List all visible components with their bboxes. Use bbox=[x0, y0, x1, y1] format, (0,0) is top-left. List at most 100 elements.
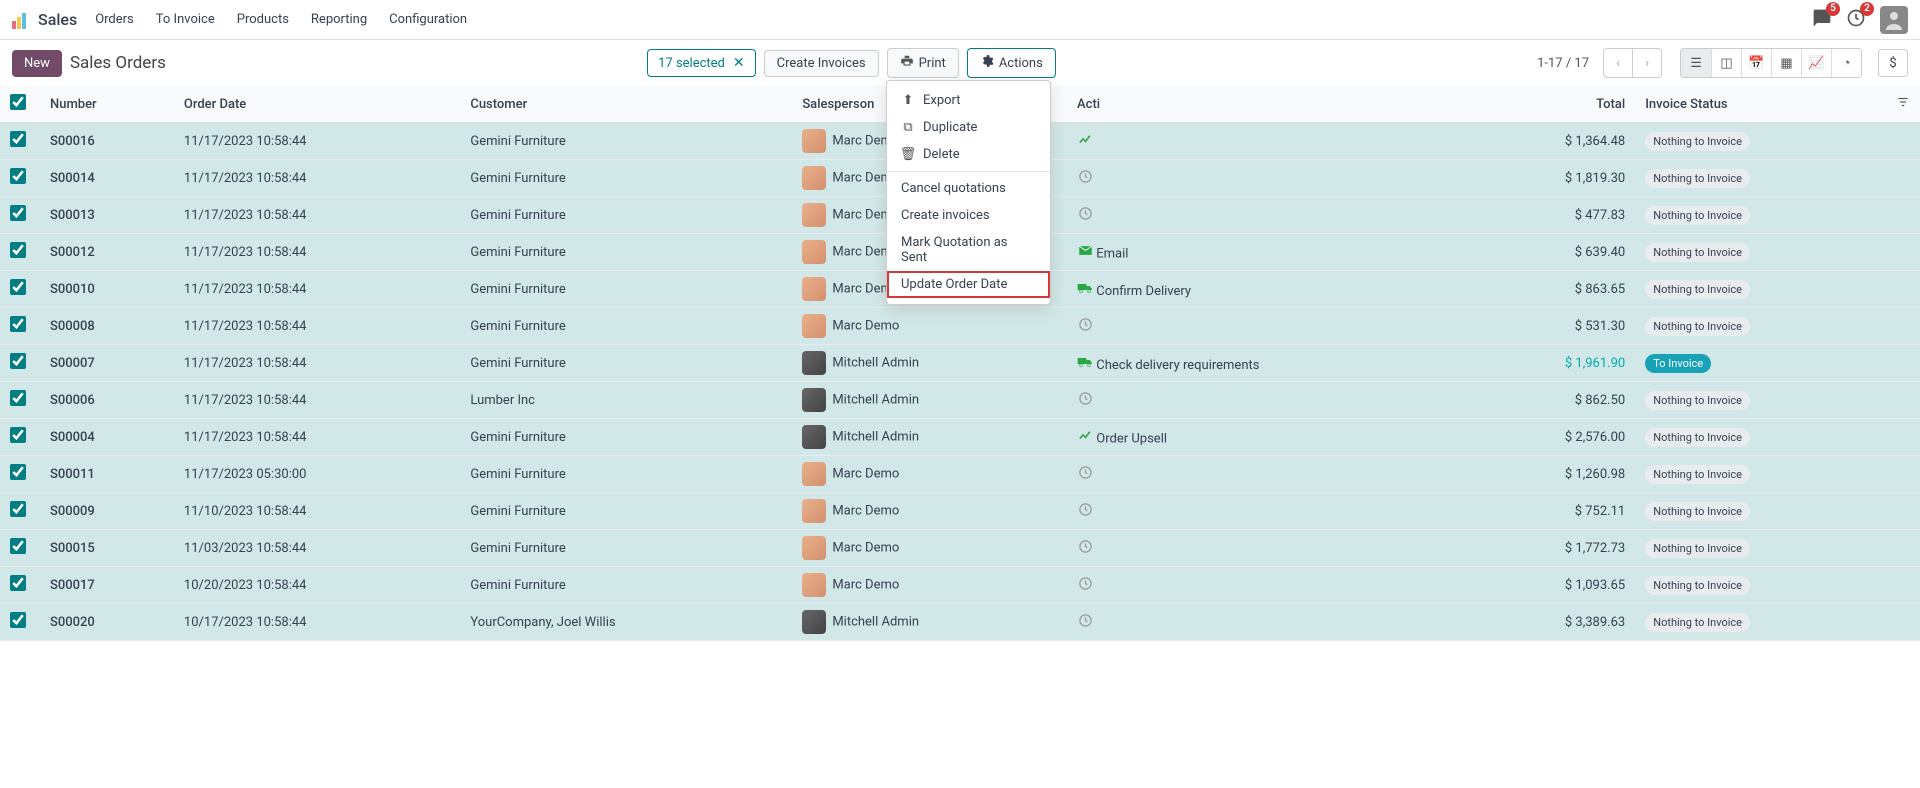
row-checkbox[interactable] bbox=[10, 538, 26, 554]
cell-activity[interactable] bbox=[1067, 493, 1474, 530]
cell-activity[interactable]: Confirm Delivery bbox=[1067, 271, 1474, 308]
cell-total: $ 1,260.98 bbox=[1474, 456, 1635, 493]
col-activities[interactable]: Acti bbox=[1067, 86, 1474, 123]
selection-pill: 17 selected ✕ bbox=[647, 49, 756, 77]
cell-activity[interactable] bbox=[1067, 197, 1474, 234]
col-total[interactable]: Total bbox=[1474, 86, 1635, 123]
clock-icon[interactable]: 2 bbox=[1846, 8, 1866, 32]
activity-view-button[interactable]: ◔ bbox=[1831, 49, 1861, 77]
row-checkbox[interactable] bbox=[10, 390, 26, 406]
cell-activity[interactable] bbox=[1067, 456, 1474, 493]
nav-products[interactable]: Products bbox=[237, 12, 289, 27]
row-checkbox[interactable] bbox=[10, 353, 26, 369]
cell-total: $ 1,364.48 bbox=[1474, 123, 1635, 160]
activity-icon bbox=[1077, 131, 1093, 147]
list-view-button[interactable]: ☰ bbox=[1681, 49, 1711, 77]
create-invoices-button[interactable]: Create Invoices bbox=[764, 50, 879, 77]
table-row[interactable]: S0002010/17/2023 10:58:44YourCompany, Jo… bbox=[0, 604, 1920, 641]
col-invoice-status[interactable]: Invoice Status bbox=[1635, 86, 1886, 123]
row-checkbox[interactable] bbox=[10, 427, 26, 443]
row-checkbox[interactable] bbox=[10, 242, 26, 258]
cell-activity[interactable]: Email bbox=[1067, 234, 1474, 271]
filter-icon[interactable] bbox=[1896, 98, 1910, 113]
table-row[interactable]: S0000911/10/2023 10:58:44Gemini Furnitur… bbox=[0, 493, 1920, 530]
cell-date: 11/17/2023 10:58:44 bbox=[174, 308, 460, 345]
row-checkbox[interactable] bbox=[10, 612, 26, 628]
action-mark-sent[interactable]: Mark Quotation as Sent bbox=[887, 229, 1050, 271]
graph-view-button[interactable]: 📈 bbox=[1801, 49, 1831, 77]
action-duplicate[interactable]: ⧉ Duplicate bbox=[887, 114, 1050, 141]
nav-orders[interactable]: Orders bbox=[95, 12, 134, 27]
action-export[interactable]: ⬆ Export bbox=[887, 87, 1050, 114]
cell-activity[interactable]: Order Upsell bbox=[1067, 419, 1474, 456]
salesperson-avatar bbox=[802, 203, 826, 227]
cell-customer: Gemini Furniture bbox=[460, 419, 792, 456]
select-all-checkbox[interactable] bbox=[10, 94, 26, 110]
kanban-view-button[interactable]: ◫ bbox=[1711, 49, 1741, 77]
cell-salesperson: Marc Demo bbox=[792, 567, 1067, 604]
cell-total: $ 752.11 bbox=[1474, 493, 1635, 530]
action-create-invoices[interactable]: Create invoices bbox=[887, 202, 1050, 229]
pager-next-button[interactable]: › bbox=[1632, 48, 1662, 78]
table-row[interactable]: S0001111/17/2023 05:30:00Gemini Furnitur… bbox=[0, 456, 1920, 493]
row-checkbox[interactable] bbox=[10, 168, 26, 184]
cell-activity[interactable] bbox=[1067, 123, 1474, 160]
row-checkbox[interactable] bbox=[10, 464, 26, 480]
row-checkbox[interactable] bbox=[10, 205, 26, 221]
cell-activity[interactable] bbox=[1067, 382, 1474, 419]
col-customer[interactable]: Customer bbox=[460, 86, 792, 123]
table-row[interactable]: S0001710/20/2023 10:58:44Gemini Furnitur… bbox=[0, 567, 1920, 604]
activity-icon bbox=[1077, 168, 1093, 184]
cell-activity[interactable] bbox=[1067, 567, 1474, 604]
salesperson-avatar bbox=[802, 129, 826, 153]
table-row[interactable]: S0000411/17/2023 10:58:44Gemini Furnitur… bbox=[0, 419, 1920, 456]
cell-number: S00007 bbox=[40, 345, 174, 382]
cell-activity[interactable] bbox=[1067, 160, 1474, 197]
cell-activity[interactable]: Check delivery requirements bbox=[1067, 345, 1474, 382]
row-checkbox[interactable] bbox=[10, 279, 26, 295]
row-checkbox[interactable] bbox=[10, 131, 26, 147]
salesperson-avatar bbox=[802, 240, 826, 264]
cell-invoice-status: Nothing to Invoice bbox=[1635, 160, 1886, 197]
cell-total: $ 2,576.00 bbox=[1474, 419, 1635, 456]
row-checkbox[interactable] bbox=[10, 316, 26, 332]
chat-icon[interactable]: 5 bbox=[1812, 8, 1832, 32]
row-checkbox[interactable] bbox=[10, 575, 26, 591]
row-checkbox[interactable] bbox=[10, 501, 26, 517]
print-button[interactable]: Print bbox=[887, 48, 959, 78]
action-cancel-quotations[interactable]: Cancel quotations bbox=[887, 175, 1050, 202]
nav-configuration[interactable]: Configuration bbox=[389, 12, 467, 27]
clear-selection-icon[interactable]: ✕ bbox=[733, 55, 745, 71]
activity-icon bbox=[1077, 205, 1093, 221]
nav-reporting[interactable]: Reporting bbox=[311, 12, 367, 27]
activity-icon bbox=[1077, 612, 1093, 628]
cell-activity[interactable] bbox=[1067, 530, 1474, 567]
pager-prev-button[interactable]: ‹ bbox=[1603, 48, 1633, 78]
col-order-date[interactable]: Order Date bbox=[174, 86, 460, 123]
col-number[interactable]: Number bbox=[40, 86, 174, 123]
table-row[interactable]: S0000811/17/2023 10:58:44Gemini Furnitur… bbox=[0, 308, 1920, 345]
currency-button[interactable]: $ bbox=[1878, 49, 1908, 77]
user-avatar[interactable] bbox=[1880, 6, 1908, 34]
new-button[interactable]: New bbox=[12, 50, 62, 77]
pivot-view-button[interactable]: ▦ bbox=[1771, 49, 1801, 77]
invoice-badge: Nothing to Invoice bbox=[1645, 613, 1750, 632]
table-row[interactable]: S0000711/17/2023 10:58:44Gemini Furnitur… bbox=[0, 345, 1920, 382]
cell-number: S00008 bbox=[40, 308, 174, 345]
cell-invoice-status: Nothing to Invoice bbox=[1635, 604, 1886, 641]
activity-icon bbox=[1077, 538, 1093, 554]
table-row[interactable]: S0000611/17/2023 10:58:44Lumber IncMitch… bbox=[0, 382, 1920, 419]
invoice-badge: Nothing to Invoice bbox=[1645, 243, 1750, 262]
actions-button[interactable]: Actions bbox=[967, 48, 1056, 78]
pager-text[interactable]: 1-17 / 17 bbox=[1537, 56, 1589, 71]
cell-activity[interactable] bbox=[1067, 308, 1474, 345]
actions-label: Actions bbox=[999, 56, 1043, 71]
action-update-order-date[interactable]: Update Order Date bbox=[887, 271, 1050, 298]
table-row[interactable]: S0001511/03/2023 10:58:44Gemini Furnitur… bbox=[0, 530, 1920, 567]
nav-to-invoice[interactable]: To Invoice bbox=[156, 12, 215, 27]
cell-activity[interactable] bbox=[1067, 604, 1474, 641]
action-delete[interactable]: 🗑 Delete bbox=[887, 141, 1050, 168]
activity-icon bbox=[1077, 501, 1093, 517]
calendar-view-button[interactable]: 📅 bbox=[1741, 49, 1771, 77]
brand-name[interactable]: Sales bbox=[38, 10, 77, 29]
